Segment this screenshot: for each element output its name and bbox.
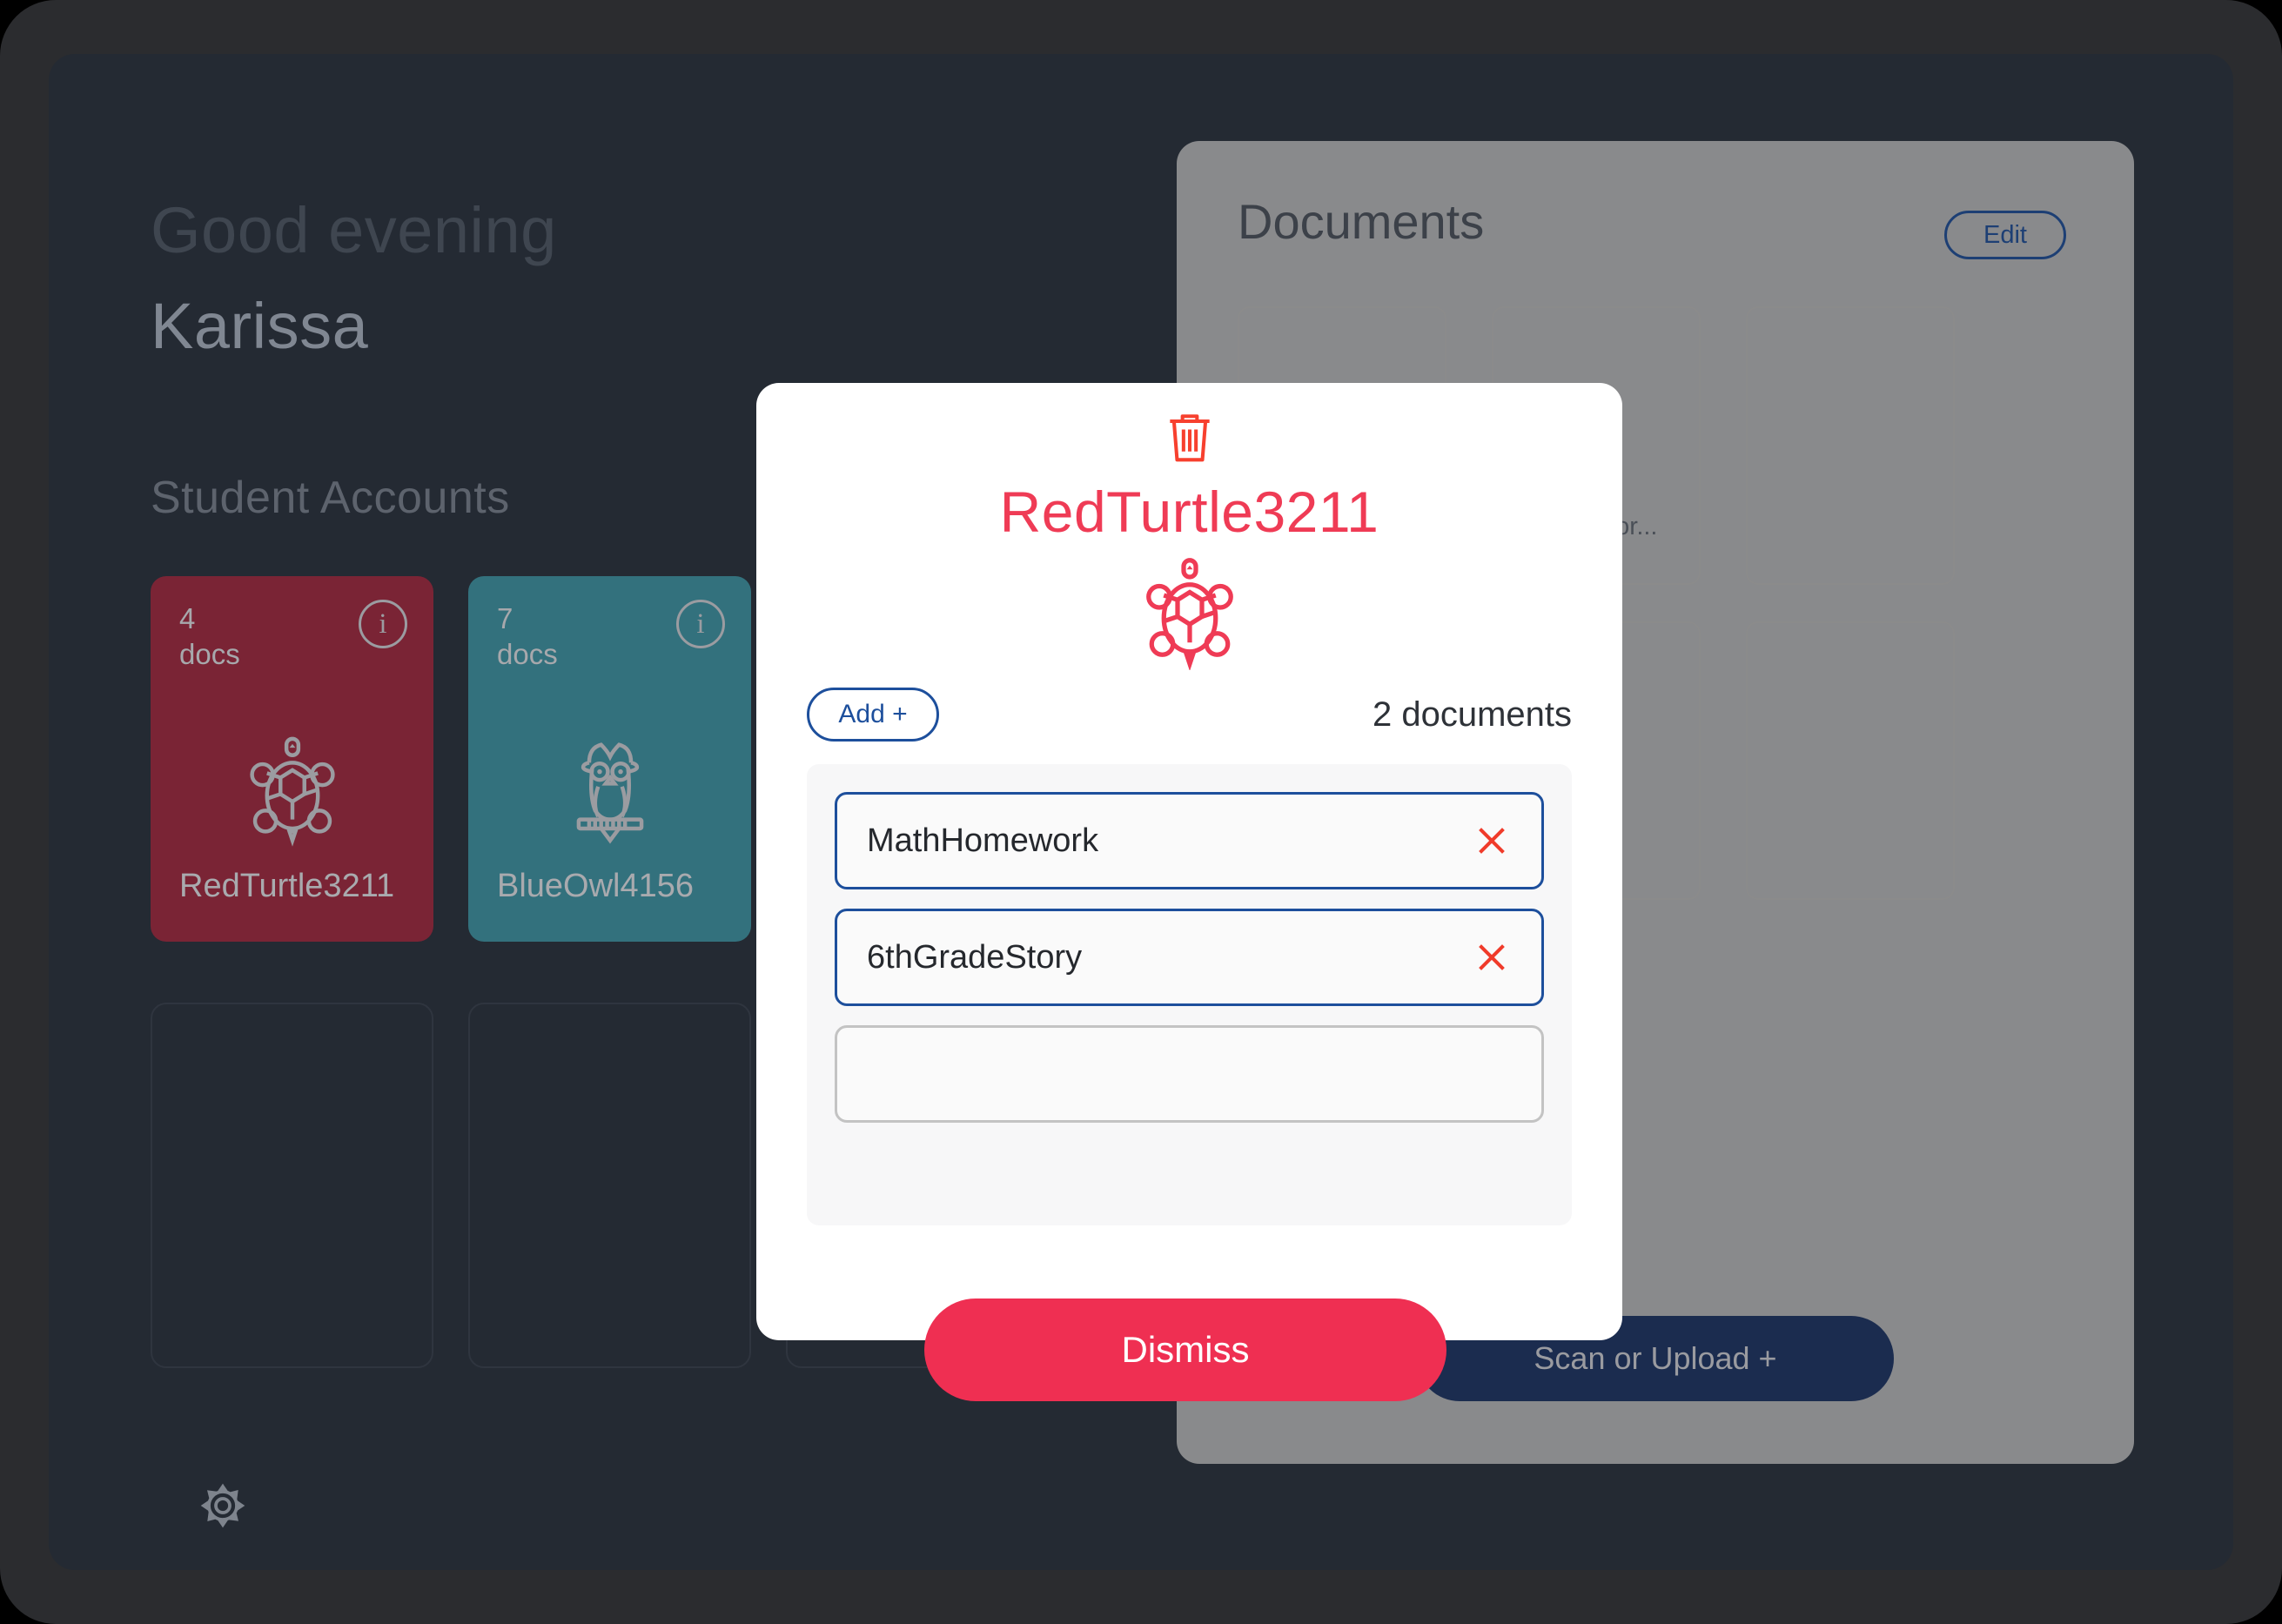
document-tile[interactable] [1746,306,1955,585]
turtle-icon [1141,557,1238,674]
dismiss-button[interactable]: Dismiss [924,1299,1446,1401]
info-icon[interactable]: i [676,600,725,648]
owl-icon [562,735,658,851]
student-card-blueowl4156[interactable]: 7 docs i BlueOwl4156 [468,576,751,942]
document-list-row-empty[interactable] [835,1025,1544,1123]
greeting-text: Good evening [151,194,557,266]
student-card-label: RedTurtle3211 [179,868,395,904]
document-name: 6thGradeStory [867,938,1083,976]
trash-icon[interactable] [1163,409,1217,468]
student-detail-modal: RedTurtle3211 Add + 2 documents MathHome… [756,383,1622,1340]
empty-account-slot[interactable] [468,1003,751,1368]
document-list-row[interactable]: MathHomework [835,792,1544,889]
device-bezel: Good evening Karissa Student Accounts 4 … [0,0,2282,1624]
screen: Good evening Karissa Student Accounts 4 … [49,54,2233,1570]
section-title-student-accounts: Student Accounts [151,473,510,523]
add-document-button[interactable]: Add + [807,688,939,742]
document-list: MathHomework 6thGradeStory [807,764,1572,1225]
modal-toolbar: Add + 2 documents [807,686,1572,743]
student-card-redturtle3211[interactable]: 4 docs i RedTurtle3211 [151,576,433,942]
document-name: MathHomework [867,822,1099,859]
user-name: Karissa [151,290,369,362]
turtle-icon [245,735,340,851]
close-icon[interactable] [1472,937,1512,977]
documents-panel-title: Documents [1238,194,1485,249]
document-count-label: 2 documents [1372,695,1572,734]
student-card-label: BlueOwl4156 [497,868,695,904]
student-card-docs-count: 7 docs [497,602,558,671]
student-card-docs-count: 4 docs [179,602,240,671]
gear-icon[interactable] [197,1480,249,1532]
info-icon[interactable]: i [359,600,407,648]
edit-button[interactable]: Edit [1944,211,2066,259]
close-icon[interactable] [1472,821,1512,861]
document-list-row[interactable]: 6thGradeStory [835,909,1544,1006]
empty-account-slot[interactable] [151,1003,433,1368]
student-accounts-grid: 4 docs i RedTurtle3211 7 docs i BlueOwl4… [151,576,751,942]
modal-title: RedTurtle3211 [999,480,1379,544]
document-tile[interactable] [1746,621,1955,900]
